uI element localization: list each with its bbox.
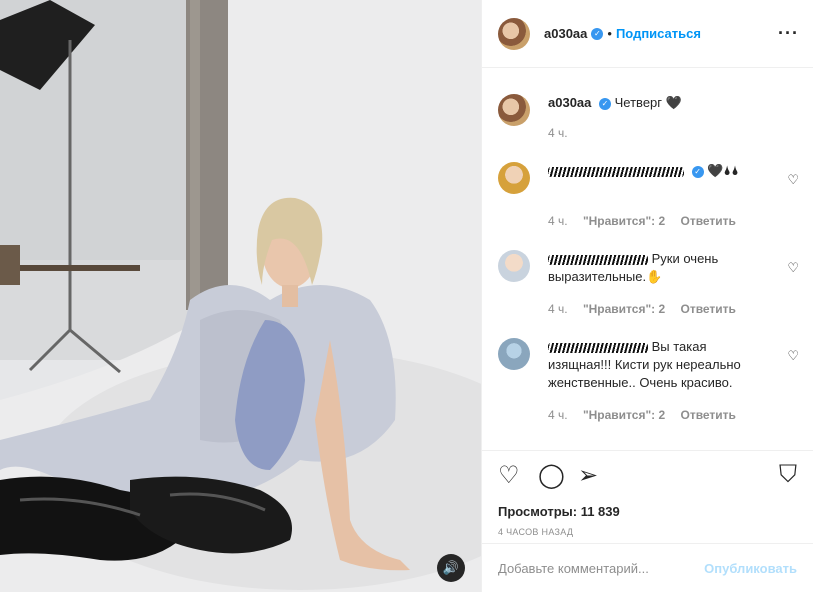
caption-time: 4 ч.	[548, 126, 568, 140]
comments-section: a030aa ✓ Четверг 🖤 4 ч. ✓ 🖤🌢🌢 ♡ 4 ч. "Нр…	[482, 68, 813, 450]
avatar[interactable]	[498, 94, 530, 126]
reply-button[interactable]: Ответить	[680, 408, 735, 422]
avatar[interactable]	[498, 162, 530, 194]
redacted-username	[548, 254, 648, 265]
avatar[interactable]	[498, 338, 530, 370]
reply-button[interactable]: Ответить	[680, 302, 735, 316]
reply-button[interactable]: Ответить	[680, 214, 735, 228]
post-actions: ♡ ◯ ➢ ⛉ Просмотры: 11 839 4 ЧАСОВ НАЗАД	[482, 450, 813, 537]
avatar[interactable]	[498, 17, 530, 50]
comment-meta: 4 ч. "Нравится": 2 Ответить	[548, 214, 748, 228]
sound-toggle-icon[interactable]: 🔊	[437, 554, 465, 582]
caption-meta: 4 ч.	[548, 126, 580, 140]
share-icon[interactable]: ➢	[578, 461, 598, 490]
follow-button[interactable]: Подписаться	[616, 26, 701, 41]
comment-body: Вы такая изящная!!! Кисти рук нереально …	[548, 338, 769, 392]
comment-likes[interactable]: "Нравится": 2	[583, 302, 665, 316]
comment-input[interactable]: Добавьте комментарий...	[498, 561, 704, 576]
avatar[interactable]	[498, 250, 530, 282]
verified-icon: ✓	[599, 97, 612, 110]
comment-body: Руки очень выразительные.✋	[548, 250, 769, 286]
post-timestamp[interactable]: 4 ЧАСОВ НАЗАД	[498, 527, 797, 537]
post-panel: a030aa ✓ • Подписаться ··· a030aa ✓ Четв…	[481, 0, 813, 592]
more-options-icon[interactable]: ···	[778, 23, 799, 44]
redacted-username	[548, 342, 648, 353]
photo-illustration	[0, 0, 481, 592]
redacted-username	[548, 166, 684, 177]
like-icon[interactable]: ♡	[498, 461, 520, 490]
comment-time: 4 ч.	[548, 408, 568, 422]
like-comment-icon[interactable]: ♡	[787, 172, 799, 188]
like-comment-icon[interactable]: ♡	[787, 260, 799, 276]
comment-time: 4 ч.	[548, 214, 568, 228]
comment-text: 🖤🌢🌢	[707, 163, 740, 178]
comment-meta: 4 ч. "Нравится": 2 Ответить	[548, 302, 748, 316]
add-comment-bar: Добавьте комментарий... Опубликовать	[482, 543, 813, 592]
separator-dot: •	[607, 26, 612, 41]
verified-icon: ✓	[591, 27, 604, 40]
verified-icon: ✓	[691, 165, 704, 178]
comment-time: 4 ч.	[548, 302, 568, 316]
comment-body: ✓ 🖤🌢🌢	[548, 162, 769, 180]
save-icon[interactable]: ⛉	[779, 461, 797, 489]
comment-likes[interactable]: "Нравится": 2	[583, 214, 665, 228]
caption-body: a030aa ✓ Четверг 🖤	[548, 94, 769, 112]
comment-meta: 4 ч. "Нравится": 2 Ответить	[548, 408, 748, 422]
action-icons: ♡ ◯ ➢ ⛉	[498, 461, 797, 501]
publish-button[interactable]: Опубликовать	[704, 561, 797, 576]
caption-text: Четверг 🖤	[614, 95, 682, 110]
views-count[interactable]: Просмотры: 11 839	[498, 504, 797, 519]
like-comment-icon[interactable]: ♡	[787, 348, 799, 364]
post-header: a030aa ✓ • Подписаться ···	[482, 0, 813, 68]
comment-likes[interactable]: "Нравится": 2	[583, 408, 665, 422]
post-media-video[interactable]: 🔊	[0, 0, 481, 592]
username[interactable]: a030aa	[544, 26, 587, 41]
username[interactable]: a030aa	[548, 95, 591, 110]
comment-icon[interactable]: ◯	[538, 461, 565, 490]
